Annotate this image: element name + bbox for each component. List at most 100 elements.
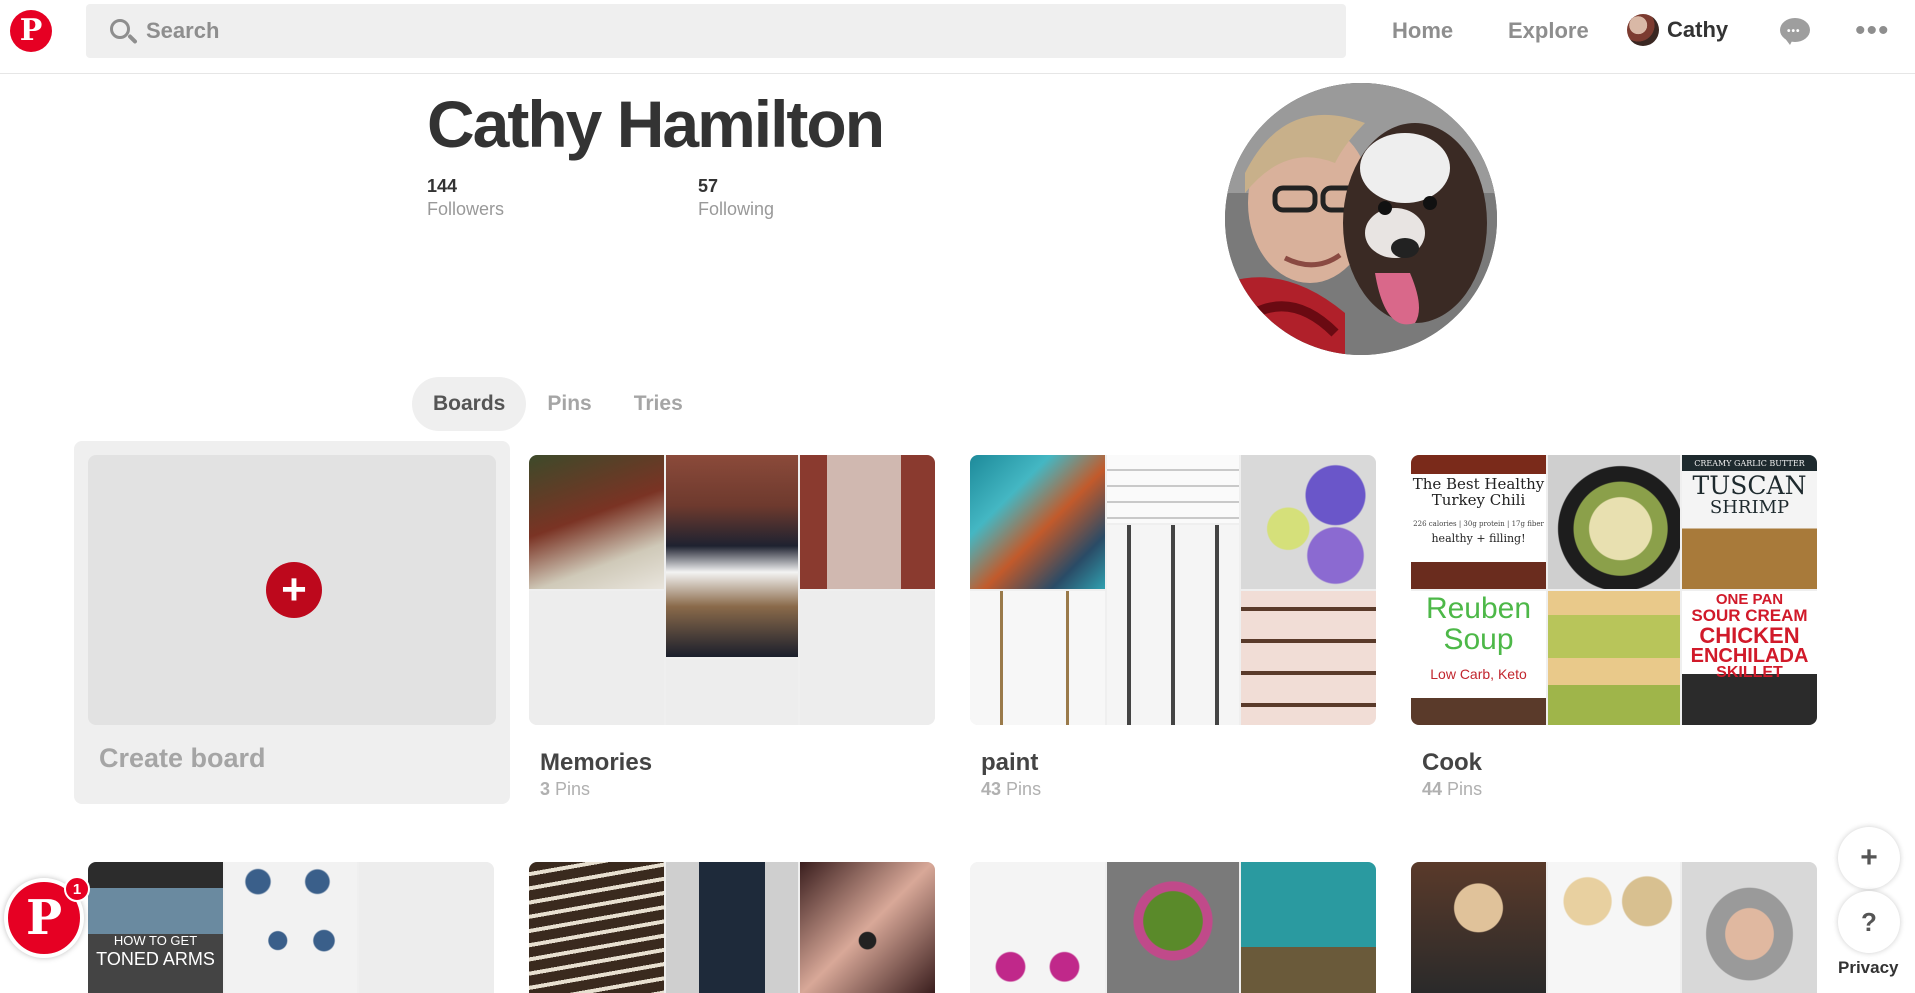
board-title: Memories [540, 749, 653, 776]
pinterest-p-icon: P [25, 890, 63, 946]
pin-caption: CREAMY GARLIC BUTTER [1694, 459, 1805, 468]
create-board-label: Create board [99, 743, 266, 773]
empty-tile [666, 659, 798, 725]
tab-pins[interactable]: Pins [526, 377, 612, 431]
privacy-link[interactable]: Privacy [1838, 958, 1899, 978]
tab-boards[interactable]: Boards [412, 377, 527, 431]
pin-caption: Soup [1443, 623, 1514, 656]
pin-thumbnail [1241, 862, 1376, 993]
profile-name: Cathy Hamilton [427, 87, 885, 161]
pin-caption: HOW TO GET [113, 933, 198, 948]
messages-icon[interactable]: ••• [1780, 18, 1810, 45]
board-card-home[interactable] [970, 862, 1376, 993]
pin-caption: SHRIMP [1709, 497, 1790, 518]
pin-thumbnail [1107, 862, 1239, 993]
add-pin-button[interactable]: + [1838, 827, 1900, 889]
nav-user-name: Cathy [1667, 17, 1729, 42]
followers-count: 144 [427, 176, 458, 196]
board-pin-count: 43 Pins [981, 779, 1376, 800]
search-icon [102, 4, 146, 58]
board-card-style[interactable] [529, 862, 935, 993]
board-card-paint[interactable]: paint 43 Pins [970, 455, 1376, 800]
pin-thumbnail: CREAMY GARLIC BUTTER TUSCAN SHRIMP [1682, 455, 1817, 589]
pinterest-widget-button[interactable]: P 1 [4, 876, 90, 958]
pin-thumbnail: The Best Healthy Turkey Chili 226 calori… [1411, 455, 1546, 589]
create-board-card[interactable]: + Create board [74, 441, 510, 804]
pin-thumbnail [800, 455, 935, 589]
nav-home-link[interactable]: Home [1392, 18, 1453, 44]
pin-caption: Low Carb, Keto [1430, 666, 1527, 682]
pin-caption: 226 calories | 30g protein | 17g fiber [1413, 520, 1544, 528]
pin-thumbnail [666, 862, 798, 993]
board-card-hair[interactable] [1411, 862, 1817, 993]
board-cover-grid [970, 455, 1376, 725]
nav-explore-link[interactable]: Explore [1508, 18, 1589, 44]
pin-caption: Reuben [1425, 592, 1532, 625]
pin-thumbnail: HOW TO GET TONED ARMS [88, 862, 223, 993]
pin-thumbnail [800, 862, 935, 993]
board-pin-number: 43 [981, 779, 1002, 799]
pin-thumbnail [529, 455, 664, 589]
pin-thumbnail [1548, 862, 1680, 993]
avatar [1627, 14, 1659, 46]
empty-tile [529, 591, 664, 725]
pin-thumbnail [1241, 591, 1376, 725]
board-pin-label: Pins [1447, 779, 1483, 799]
more-options-icon[interactable]: ••• [1855, 16, 1890, 46]
pin-caption: The Best Healthy Turkey Chili [1412, 475, 1545, 509]
pin-thumbnail [1107, 525, 1239, 725]
pin-thumbnail [1548, 591, 1680, 725]
board-cover-grid [529, 455, 935, 725]
profile-photo[interactable] [1225, 83, 1497, 355]
search-input[interactable] [146, 18, 1246, 44]
board-title: Cook [1422, 749, 1482, 776]
board-cover-grid: The Best Healthy Turkey Chili 226 calori… [1411, 455, 1817, 725]
pin-thumbnail [1682, 862, 1817, 993]
add-icon: + [266, 562, 322, 618]
board-pin-count: 44 Pins [1422, 779, 1817, 800]
pin-thumbnail [970, 862, 1105, 993]
board-pin-label: Pins [555, 779, 591, 799]
board-card-memories[interactable]: Memories 3 Pins [529, 455, 935, 800]
board-title: paint [981, 749, 1039, 776]
pin-thumbnail: ONE PAN SOUR CREAM CHICKEN ENCHILADA SKI… [1682, 591, 1817, 725]
pin-thumbnail [225, 862, 357, 993]
pinterest-p-icon: P [19, 13, 43, 48]
tab-tries[interactable]: Tries [613, 377, 704, 431]
profile-tabs: Boards Pins Tries [412, 377, 704, 431]
create-board-thumbnail: + [88, 455, 496, 725]
board-pin-number: 44 [1422, 779, 1443, 799]
following-count: 57 [698, 176, 719, 196]
pin-caption: TONED ARMS [96, 949, 215, 969]
pin-thumbnail [666, 455, 798, 657]
notification-badge: 1 [64, 876, 90, 902]
pin-caption: TUSCAN [1692, 471, 1807, 500]
board-pin-count: 3 Pins [540, 779, 935, 800]
pinterest-logo[interactable]: P [10, 10, 52, 52]
pin-thumbnail: Reuben Soup Low Carb, Keto [1411, 591, 1546, 725]
pin-thumbnail [970, 591, 1105, 725]
pin-thumbnail [529, 862, 664, 993]
pin-thumbnail [1411, 862, 1546, 993]
pin-thumbnail [1107, 455, 1239, 523]
board-card-cook[interactable]: The Best Healthy Turkey Chili 226 calori… [1411, 455, 1817, 800]
top-bar: P Home Explore Cathy ••• ••• [0, 0, 1915, 74]
board-pin-label: Pins [1006, 779, 1042, 799]
nav-profile-link[interactable]: Cathy [1627, 14, 1728, 46]
board-card-fitness[interactable]: HOW TO GET TONED ARMS [88, 862, 494, 993]
pin-caption: CHICKEN [1699, 623, 1800, 648]
pin-caption: SKILLET [1716, 664, 1783, 681]
pin-thumbnail [1241, 455, 1376, 589]
board-pin-number: 3 [540, 779, 551, 799]
help-button[interactable]: ? [1838, 891, 1900, 953]
pin-thumbnail [1548, 455, 1680, 589]
empty-tile [800, 591, 935, 725]
followers-stat[interactable]: 144 Followers [427, 176, 504, 220]
pin-caption: healthy + filling! [1431, 532, 1526, 545]
empty-tile [359, 862, 494, 993]
followers-label: Followers [427, 199, 505, 219]
following-label: Following [698, 199, 775, 219]
following-stat[interactable]: 57 Following [698, 176, 774, 220]
pin-thumbnail [970, 455, 1105, 589]
search-bar[interactable] [86, 4, 1346, 58]
